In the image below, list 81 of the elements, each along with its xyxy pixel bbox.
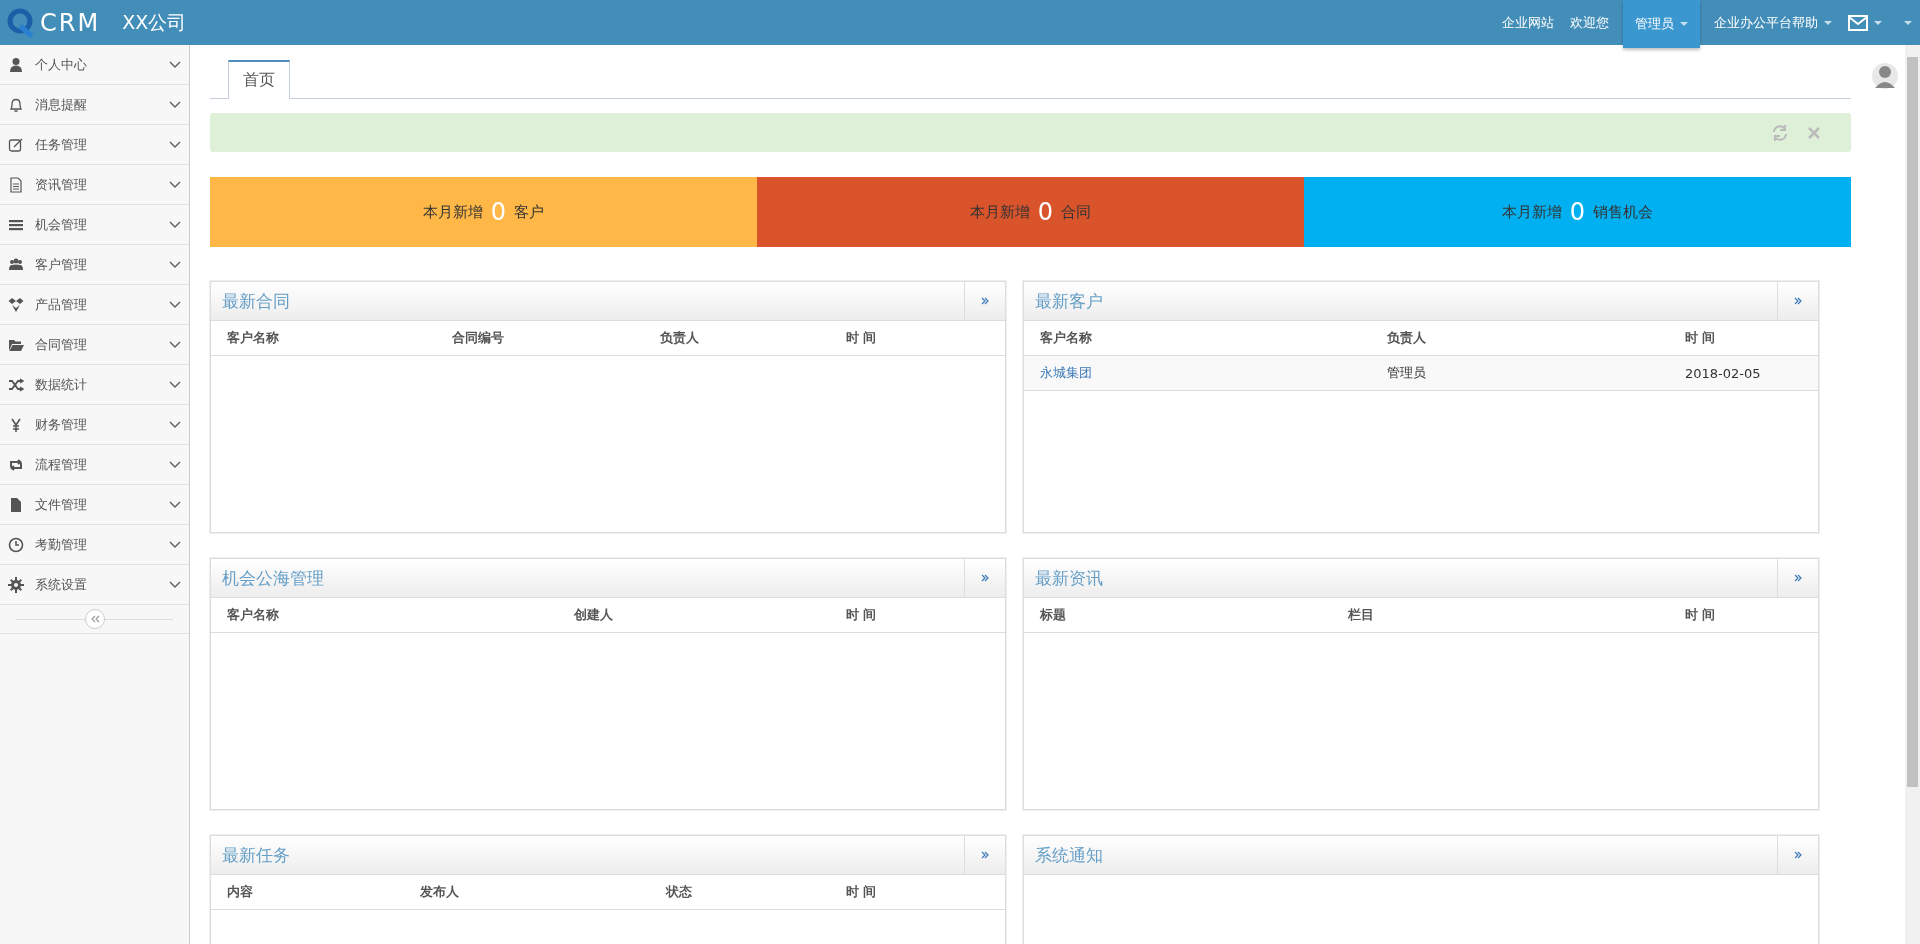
column-header: 客户名称 <box>227 606 280 624</box>
column-header: 时 间 <box>1685 606 1717 624</box>
column-header: 状态 <box>666 883 693 901</box>
column-header: 时 间 <box>846 329 878 347</box>
column-header: 时 间 <box>846 606 878 624</box>
double-chevron-icon <box>981 851 989 859</box>
table-cell-text: 管理员 <box>1387 364 1427 382</box>
column-header: 客户名称 <box>227 329 280 347</box>
double-chevron-icon <box>981 574 989 582</box>
sidebar-item[interactable]: 文件管理 <box>0 485 189 525</box>
group-icon <box>8 256 24 273</box>
sidebar-item[interactable]: 考勤管理 <box>0 525 189 565</box>
nav-link[interactable]: 欢迎您 <box>1562 0 1617 45</box>
stat-label: 合同 <box>1061 202 1092 222</box>
stat-label: 本月新增 <box>969 202 1030 222</box>
stat-label: 销售机会 <box>1593 202 1654 222</box>
scrollbar[interactable] <box>1905 45 1920 944</box>
panel-title: 最新合同 <box>221 289 290 313</box>
sidebar-item[interactable]: 财务管理 <box>0 405 189 445</box>
panel-title: 最新任务 <box>221 843 290 867</box>
gear-icon <box>8 576 24 593</box>
column-header: 标题 <box>1040 606 1067 624</box>
sidebar-item[interactable]: 系统设置 <box>0 565 189 605</box>
column-header: 发布人 <box>420 883 460 901</box>
column-header: 客户名称 <box>1040 329 1093 347</box>
stat-label: 客户 <box>514 202 545 222</box>
sidebar-item[interactable]: 产品管理 <box>0 285 189 325</box>
column-header: 时 间 <box>846 883 878 901</box>
customer-link[interactable]: 永城集团 <box>1040 364 1387 382</box>
column-header: 负责人 <box>660 329 700 347</box>
repeat-icon <box>8 456 24 473</box>
panel-title: 最新资讯 <box>1034 566 1103 590</box>
collapse-sidebar-button[interactable] <box>84 609 105 629</box>
mail-icon <box>1848 14 1868 31</box>
sidebar-item[interactable]: 流程管理 <box>0 445 189 485</box>
stat-count: 0 <box>490 198 507 226</box>
close-icon[interactable] <box>1807 125 1821 140</box>
yen-icon <box>8 416 24 433</box>
tab[interactable]: 首页 <box>228 60 290 99</box>
sidebar-item[interactable]: 任务管理 <box>0 125 189 165</box>
sidebar-item[interactable]: 客户管理 <box>0 245 189 285</box>
double-chevron-icon <box>89 615 100 623</box>
column-header: 时 间 <box>1685 329 1717 347</box>
sidebar-item[interactable]: 合同管理 <box>0 325 189 365</box>
refresh-icon[interactable] <box>1771 123 1789 142</box>
nav-link[interactable]: 企业网站 <box>1494 0 1562 45</box>
column-header: 合同编号 <box>452 329 505 347</box>
double-chevron-icon <box>1794 851 1802 859</box>
document-icon <box>8 176 24 193</box>
nav-link[interactable]: 企业办公平台帮助 <box>1706 0 1840 45</box>
sidebar-item[interactable]: 消息提醒 <box>0 85 189 125</box>
stat-label: 本月新增 <box>1501 202 1562 222</box>
sidebar-item[interactable]: 个人中心 <box>0 45 189 85</box>
column-header: 负责人 <box>1387 329 1427 347</box>
stat-count: 0 <box>1037 198 1054 226</box>
logo-text: CRM <box>40 8 101 37</box>
table-cell-text: 2018-02-05 <box>1685 365 1762 381</box>
panel-title: 最新客户 <box>1034 289 1103 313</box>
double-chevron-icon <box>1794 574 1802 582</box>
panel-title: 系统通知 <box>1034 843 1103 867</box>
sidebar-item[interactable]: 数据统计 <box>0 365 189 405</box>
bell-icon <box>8 96 24 113</box>
column-header: 栏目 <box>1348 606 1375 624</box>
double-chevron-icon <box>1794 297 1802 305</box>
person-icon <box>8 56 24 73</box>
column-header: 创建人 <box>574 606 614 624</box>
stat-count: 0 <box>1569 198 1586 226</box>
edit-icon <box>8 136 24 153</box>
stat-label: 本月新增 <box>422 202 483 222</box>
double-chevron-icon <box>981 297 989 305</box>
column-header: 内容 <box>227 883 254 901</box>
logo-icon <box>6 7 36 38</box>
shuffle-icon <box>8 376 24 393</box>
boxes-icon <box>8 296 24 313</box>
file-icon <box>8 496 24 513</box>
avatar-icon[interactable] <box>1870 61 1900 91</box>
clock-icon <box>8 536 24 553</box>
sidebar-item[interactable]: 机会管理 <box>0 205 189 245</box>
sidebar-item[interactable]: 资讯管理 <box>0 165 189 205</box>
panel-title: 机会公海管理 <box>221 566 324 590</box>
company-name: XX公司 <box>122 9 187 35</box>
